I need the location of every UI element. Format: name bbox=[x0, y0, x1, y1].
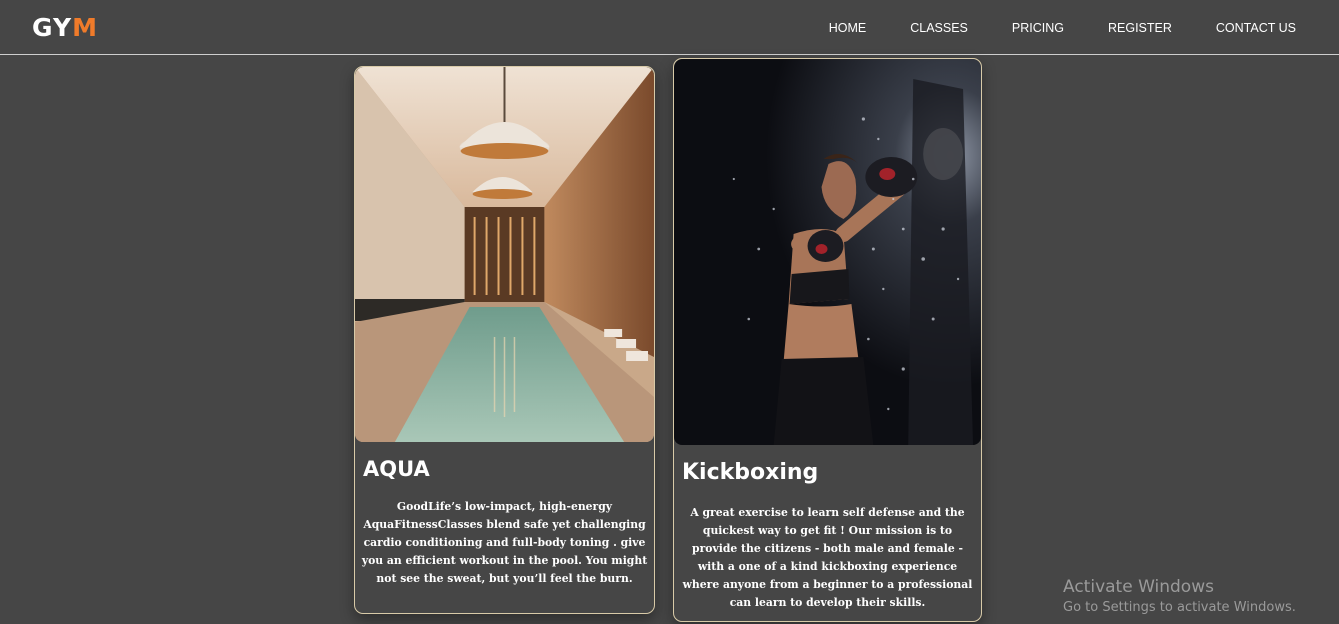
nav-classes-link[interactable]: CLASSES bbox=[910, 20, 968, 36]
card-description-aqua: GoodLife’s low-impact, high-energy AquaF… bbox=[361, 500, 648, 585]
nav-pricing-link[interactable]: PRICING bbox=[1012, 20, 1064, 36]
nav-register-link[interactable]: REGISTER bbox=[1108, 20, 1172, 36]
nav-home-link[interactable]: HOME bbox=[829, 20, 867, 36]
card-description-kickboxing: A great exercise to learn self defense a… bbox=[682, 506, 973, 609]
logo-text-m: M bbox=[72, 13, 98, 42]
card-title-kickboxing: Kickboxing bbox=[682, 460, 819, 485]
windows-activation-watermark: Activate Windows Go to Settings to activ… bbox=[1063, 576, 1296, 618]
top-navbar: GYM HOME CLASSES PRICING REGISTER CONTAC… bbox=[0, 0, 1339, 55]
gym-logo[interactable]: GYM bbox=[32, 13, 98, 43]
aqua-class-card[interactable]: AQUA GoodLife’s low-impact, high-energy … bbox=[354, 66, 655, 614]
kickboxing-class-card[interactable]: Kickboxing A great exercise to learn sel… bbox=[673, 58, 982, 622]
card-title-aqua: AQUA bbox=[363, 457, 430, 481]
kickboxing-image bbox=[674, 59, 981, 445]
activate-windows-subtitle: Go to Settings to activate Windows. bbox=[1063, 600, 1296, 615]
nav-links: HOME CLASSES PRICING REGISTER CONTACT US bbox=[785, 20, 1296, 36]
activate-windows-title: Activate Windows bbox=[1063, 577, 1214, 597]
indoor-pool-image bbox=[355, 67, 654, 442]
nav-contact-link[interactable]: CONTACT US bbox=[1216, 20, 1296, 36]
logo-text-gy: GY bbox=[32, 13, 73, 42]
